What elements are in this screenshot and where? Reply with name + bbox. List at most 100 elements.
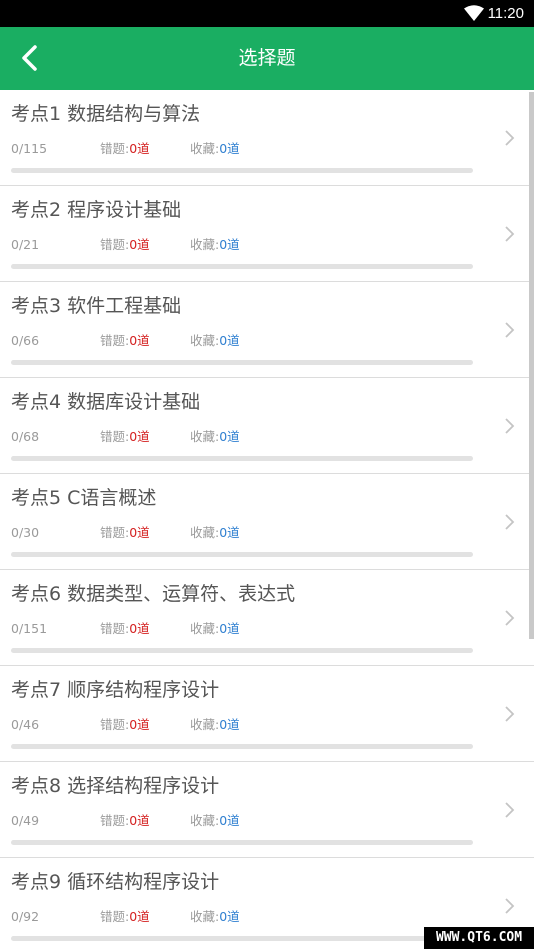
wrong-label: 错题: [100,813,130,828]
favorite-count: 收藏:0道 [190,332,240,349]
wrong-label: 错题: [100,909,130,924]
progress-bar [11,648,473,653]
wrong-count: 错题:0道 [100,812,150,829]
wrong-count: 错题:0道 [100,908,150,925]
wrong-count: 错题:0道 [100,140,150,157]
wrong-value: 0道 [129,621,150,636]
topic-name: 考点3 软件工程基础 [11,295,182,317]
favorite-count: 收藏:0道 [190,620,240,637]
list-item[interactable]: 考点2 程序设计基础 0/21 错题:0道 收藏:0道 [0,186,534,282]
progress-count: 0/92 [11,909,40,924]
wifi-icon [464,5,484,21]
favorite-label: 收藏: [190,429,220,444]
chevron-right-icon [505,130,515,146]
wrong-count: 错题:0道 [100,428,150,445]
favorite-label: 收藏: [190,333,220,348]
progress-bar [11,456,473,461]
favorite-value: 0道 [219,429,240,444]
progress-count: 0/49 [11,813,40,828]
favorite-value: 0道 [219,621,240,636]
progress-bar [11,744,473,749]
wrong-value: 0道 [129,237,150,252]
wrong-count: 错题:0道 [100,620,150,637]
favorite-count: 收藏:0道 [190,716,240,733]
topic-name: 考点5 C语言概述 [11,487,157,509]
progress-count: 0/30 [11,525,40,540]
favorite-count: 收藏:0道 [190,236,240,253]
chevron-right-icon [505,514,515,530]
chevron-right-icon [505,418,515,434]
favorite-value: 0道 [219,237,240,252]
progress-count: 0/151 [11,621,48,636]
favorite-label: 收藏: [190,813,220,828]
topic-name: 考点2 程序设计基础 [11,199,182,221]
wrong-label: 错题: [100,717,130,732]
favorite-count: 收藏:0道 [190,140,240,157]
favorite-count: 收藏:0道 [190,428,240,445]
chevron-right-icon [505,898,515,914]
list-item[interactable]: 考点6 数据类型、运算符、表达式 0/151 错题:0道 收藏:0道 [0,570,534,666]
progress-count: 0/46 [11,717,40,732]
progress-count: 0/66 [11,333,40,348]
favorite-value: 0道 [219,909,240,924]
progress-count: 0/115 [11,141,48,156]
scrollbar[interactable] [529,92,534,639]
wrong-value: 0道 [129,333,150,348]
wrong-label: 错题: [100,621,130,636]
chevron-right-icon [505,610,515,626]
wrong-value: 0道 [129,717,150,732]
wrong-label: 错题: [100,429,130,444]
page-title: 选择题 [238,47,296,69]
wrong-count: 错题:0道 [100,332,150,349]
chevron-right-icon [505,802,515,818]
favorite-value: 0道 [219,813,240,828]
favorite-count: 收藏:0道 [190,812,240,829]
list-item[interactable]: 考点3 软件工程基础 0/66 错题:0道 收藏:0道 [0,282,534,378]
wrong-count: 错题:0道 [100,236,150,253]
progress-count: 0/68 [11,429,40,444]
progress-bar [11,168,473,173]
wrong-label: 错题: [100,237,130,252]
favorite-value: 0道 [219,717,240,732]
chevron-right-icon [505,226,515,242]
favorite-count: 收藏:0道 [190,908,240,925]
topic-name: 考点1 数据结构与算法 [11,103,201,125]
progress-bar [11,264,473,269]
topic-name: 考点4 数据库设计基础 [11,391,201,413]
status-bar: 11:20 [0,0,534,27]
wrong-value: 0道 [129,813,150,828]
status-time: 11:20 [487,5,524,22]
list-item[interactable]: 考点4 数据库设计基础 0/68 错题:0道 收藏:0道 [0,378,534,474]
list-item[interactable]: 考点7 顺序结构程序设计 0/46 错题:0道 收藏:0道 [0,666,534,762]
favorite-label: 收藏: [190,141,220,156]
wrong-label: 错题: [100,141,130,156]
topic-list[interactable]: 考点1 数据结构与算法 0/115 错题:0道 收藏:0道 考点2 程序设计基础… [0,90,534,949]
wrong-value: 0道 [129,141,150,156]
list-item[interactable]: 考点5 C语言概述 0/30 错题:0道 收藏:0道 [0,474,534,570]
topic-name: 考点8 选择结构程序设计 [11,775,220,797]
wrong-label: 错题: [100,333,130,348]
favorite-count: 收藏:0道 [190,524,240,541]
topic-name: 考点6 数据类型、运算符、表达式 [11,583,296,605]
favorite-label: 收藏: [190,525,220,540]
wrong-count: 错题:0道 [100,716,150,733]
chevron-right-icon [505,322,515,338]
topic-name: 考点7 顺序结构程序设计 [11,679,220,701]
wrong-value: 0道 [129,525,150,540]
favorite-label: 收藏: [190,237,220,252]
favorite-label: 收藏: [190,621,220,636]
app-bar: 选择题 [0,27,534,90]
progress-bar [11,360,473,365]
chevron-right-icon [505,706,515,722]
list-item[interactable]: 考点8 选择结构程序设计 0/49 错题:0道 收藏:0道 [0,762,534,858]
list-item[interactable]: 考点1 数据结构与算法 0/115 错题:0道 收藏:0道 [0,90,534,186]
wrong-label: 错题: [100,525,130,540]
progress-bar [11,936,473,941]
topic-name: 考点9 循环结构程序设计 [11,871,220,893]
wrong-value: 0道 [129,429,150,444]
favorite-label: 收藏: [190,909,220,924]
progress-bar [11,840,473,845]
favorite-value: 0道 [219,525,240,540]
favorite-value: 0道 [219,333,240,348]
progress-bar [11,552,473,557]
